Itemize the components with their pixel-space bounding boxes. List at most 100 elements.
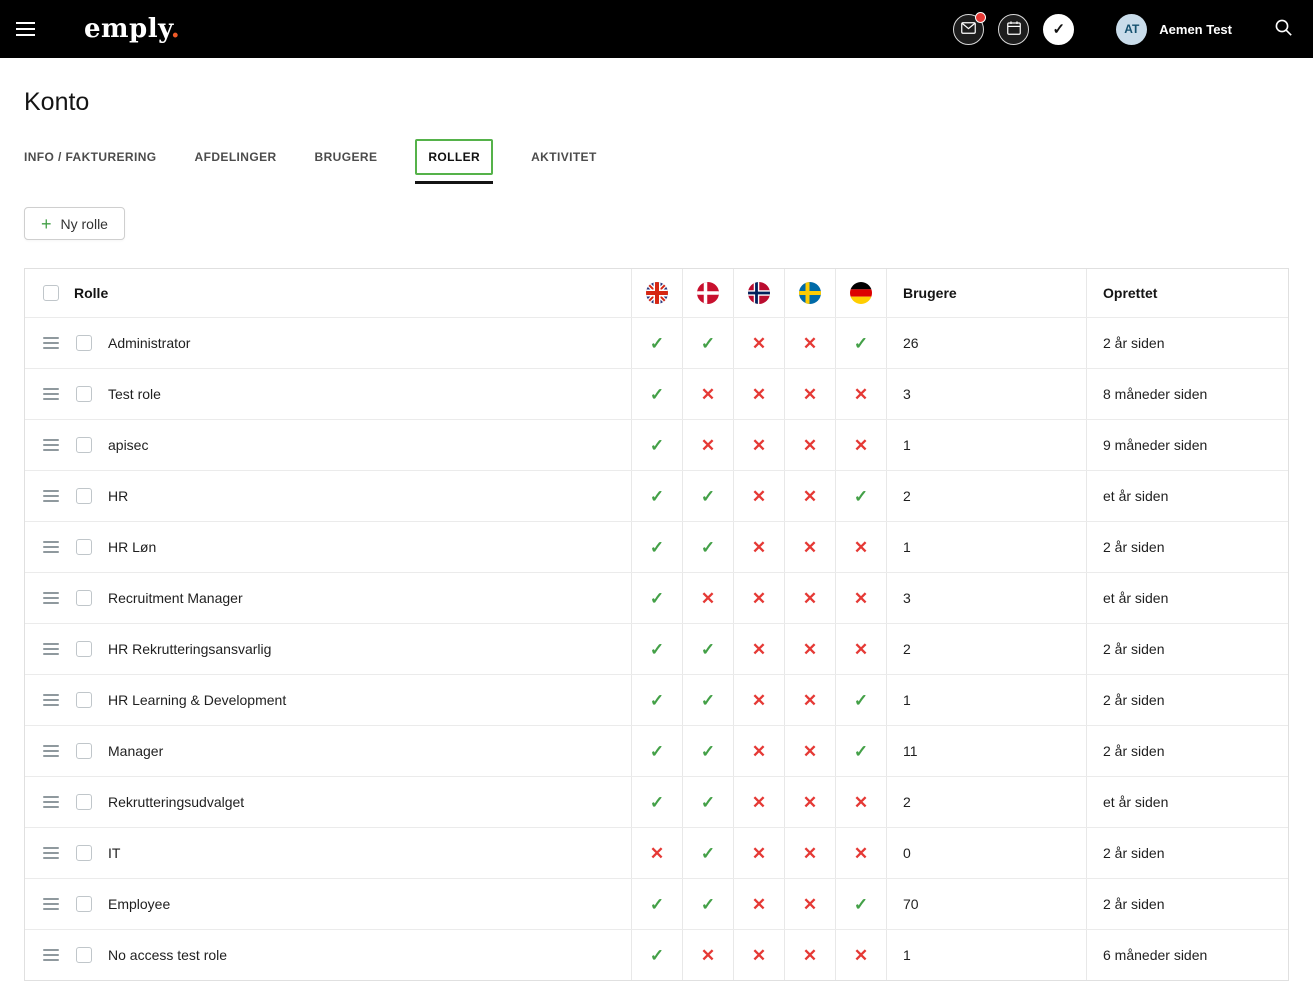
drag-handle-icon[interactable] (43, 490, 59, 502)
created-value: 9 måneder siden (1103, 437, 1207, 453)
drag-handle-icon[interactable] (43, 796, 59, 808)
created-value: 2 år siden (1103, 743, 1164, 759)
language-germany-cell: ✕ (835, 522, 886, 572)
language-denmark-cell: ✓ (682, 522, 733, 572)
row-checkbox[interactable] (76, 488, 92, 504)
row-checkbox[interactable] (76, 794, 92, 810)
new-role-button[interactable]: + Ny rolle (24, 207, 125, 240)
language-germany-cell: ✕ (835, 573, 886, 623)
cross-icon: ✕ (854, 590, 868, 607)
role-name[interactable]: IT (108, 845, 120, 861)
drag-handle-icon[interactable] (43, 388, 59, 400)
cross-icon: ✕ (803, 743, 817, 760)
tab-afdelinger[interactable]: AFDELINGER (195, 141, 277, 173)
role-name[interactable]: Manager (108, 743, 163, 759)
language-norway-cell: ✕ (733, 777, 784, 827)
created-value: 2 år siden (1103, 692, 1164, 708)
role-name[interactable]: Administrator (108, 335, 190, 351)
language-denmark-cell: ✓ (682, 828, 733, 878)
table-body: Administrator ✓ ✓ ✕ ✕ ✓ 26 2 år siden Te… (25, 317, 1288, 980)
check-icon: ✓ (650, 947, 664, 964)
drag-handle-icon[interactable] (43, 847, 59, 859)
role-name[interactable]: Recruitment Manager (108, 590, 243, 606)
row-checkbox[interactable] (76, 641, 92, 657)
row-checkbox[interactable] (76, 335, 92, 351)
calendar-button[interactable] (998, 14, 1029, 45)
row-checkbox[interactable] (76, 590, 92, 606)
role-cell: HR Rekrutteringsansvarlig (25, 624, 631, 674)
check-icon: ✓ (854, 692, 868, 709)
drag-handle-icon[interactable] (43, 643, 59, 655)
users-count: 2 (903, 794, 911, 810)
role-name[interactable]: No access test role (108, 947, 227, 963)
row-checkbox[interactable] (76, 692, 92, 708)
users-cell: 1 (886, 522, 1086, 572)
role-name[interactable]: HR Løn (108, 539, 156, 555)
drag-handle-icon[interactable] (43, 337, 59, 349)
check-icon: ✓ (650, 794, 664, 811)
check-icon: ✓ (650, 488, 664, 505)
mail-button[interactable] (953, 14, 984, 45)
drag-handle-icon[interactable] (43, 898, 59, 910)
created-cell: 2 år siden (1086, 828, 1288, 878)
created-value: 2 år siden (1103, 845, 1164, 861)
tab-brugere[interactable]: BRUGERE (315, 141, 378, 173)
created-value: 2 år siden (1103, 641, 1164, 657)
role-name[interactable]: HR Learning & Development (108, 692, 286, 708)
check-icon: ✓ (854, 743, 868, 760)
tasks-button[interactable]: ✓ (1043, 14, 1074, 45)
users-count: 3 (903, 386, 911, 402)
drag-handle-icon[interactable] (43, 745, 59, 757)
row-checkbox[interactable] (76, 947, 92, 963)
logo[interactable]: emply. (84, 14, 180, 44)
row-checkbox[interactable] (76, 845, 92, 861)
row-checkbox[interactable] (76, 386, 92, 402)
cross-icon: ✕ (803, 335, 817, 352)
cross-icon: ✕ (752, 488, 766, 505)
role-name[interactable]: HR (108, 488, 128, 504)
role-name[interactable]: Employee (108, 896, 170, 912)
column-header-users: Brugere (886, 269, 1086, 317)
select-all-checkbox[interactable] (43, 285, 59, 301)
language-denmark-cell: ✓ (682, 777, 733, 827)
created-value: 2 år siden (1103, 896, 1164, 912)
language-norway-cell: ✕ (733, 930, 784, 980)
search-button[interactable] (1274, 18, 1293, 40)
language-germany-cell: ✓ (835, 318, 886, 368)
cross-icon: ✕ (752, 743, 766, 760)
cross-icon: ✕ (701, 947, 715, 964)
created-cell: et år siden (1086, 573, 1288, 623)
drag-handle-icon[interactable] (43, 694, 59, 706)
drag-handle-icon[interactable] (43, 592, 59, 604)
tab-roller[interactable]: ROLLER (415, 139, 493, 175)
cross-icon: ✕ (803, 692, 817, 709)
cross-icon: ✕ (752, 794, 766, 811)
role-cell: Employee (25, 879, 631, 929)
cross-icon: ✕ (854, 794, 868, 811)
table-row: Recruitment Manager ✓ ✕ ✕ ✕ ✕ 3 et år si… (25, 572, 1288, 623)
users-count: 1 (903, 437, 911, 453)
row-checkbox[interactable] (76, 896, 92, 912)
tab-info-fakturering[interactable]: INFO / FAKTURERING (24, 141, 157, 173)
role-name[interactable]: Test role (108, 386, 161, 402)
row-checkbox[interactable] (76, 539, 92, 555)
row-checkbox[interactable] (76, 743, 92, 759)
drag-handle-icon[interactable] (43, 949, 59, 961)
drag-handle-icon[interactable] (43, 439, 59, 451)
role-name[interactable]: Rekrutteringsudvalget (108, 794, 244, 810)
created-value: 2 år siden (1103, 539, 1164, 555)
menu-icon[interactable] (16, 15, 44, 43)
row-checkbox[interactable] (76, 437, 92, 453)
cross-icon: ✕ (752, 437, 766, 454)
language-norway-cell: ✕ (733, 828, 784, 878)
language-germany-cell: ✓ (835, 879, 886, 929)
drag-handle-icon[interactable] (43, 541, 59, 553)
cross-icon: ✕ (854, 641, 868, 658)
search-icon (1274, 18, 1293, 40)
flag-sweden-icon (799, 282, 821, 304)
role-name[interactable]: apisec (108, 437, 148, 453)
language-norway-cell: ✕ (733, 675, 784, 725)
tab-aktivitet[interactable]: AKTIVITET (531, 141, 597, 173)
user-menu[interactable]: AT Aemen Test (1116, 14, 1232, 45)
role-name[interactable]: HR Rekrutteringsansvarlig (108, 641, 271, 657)
